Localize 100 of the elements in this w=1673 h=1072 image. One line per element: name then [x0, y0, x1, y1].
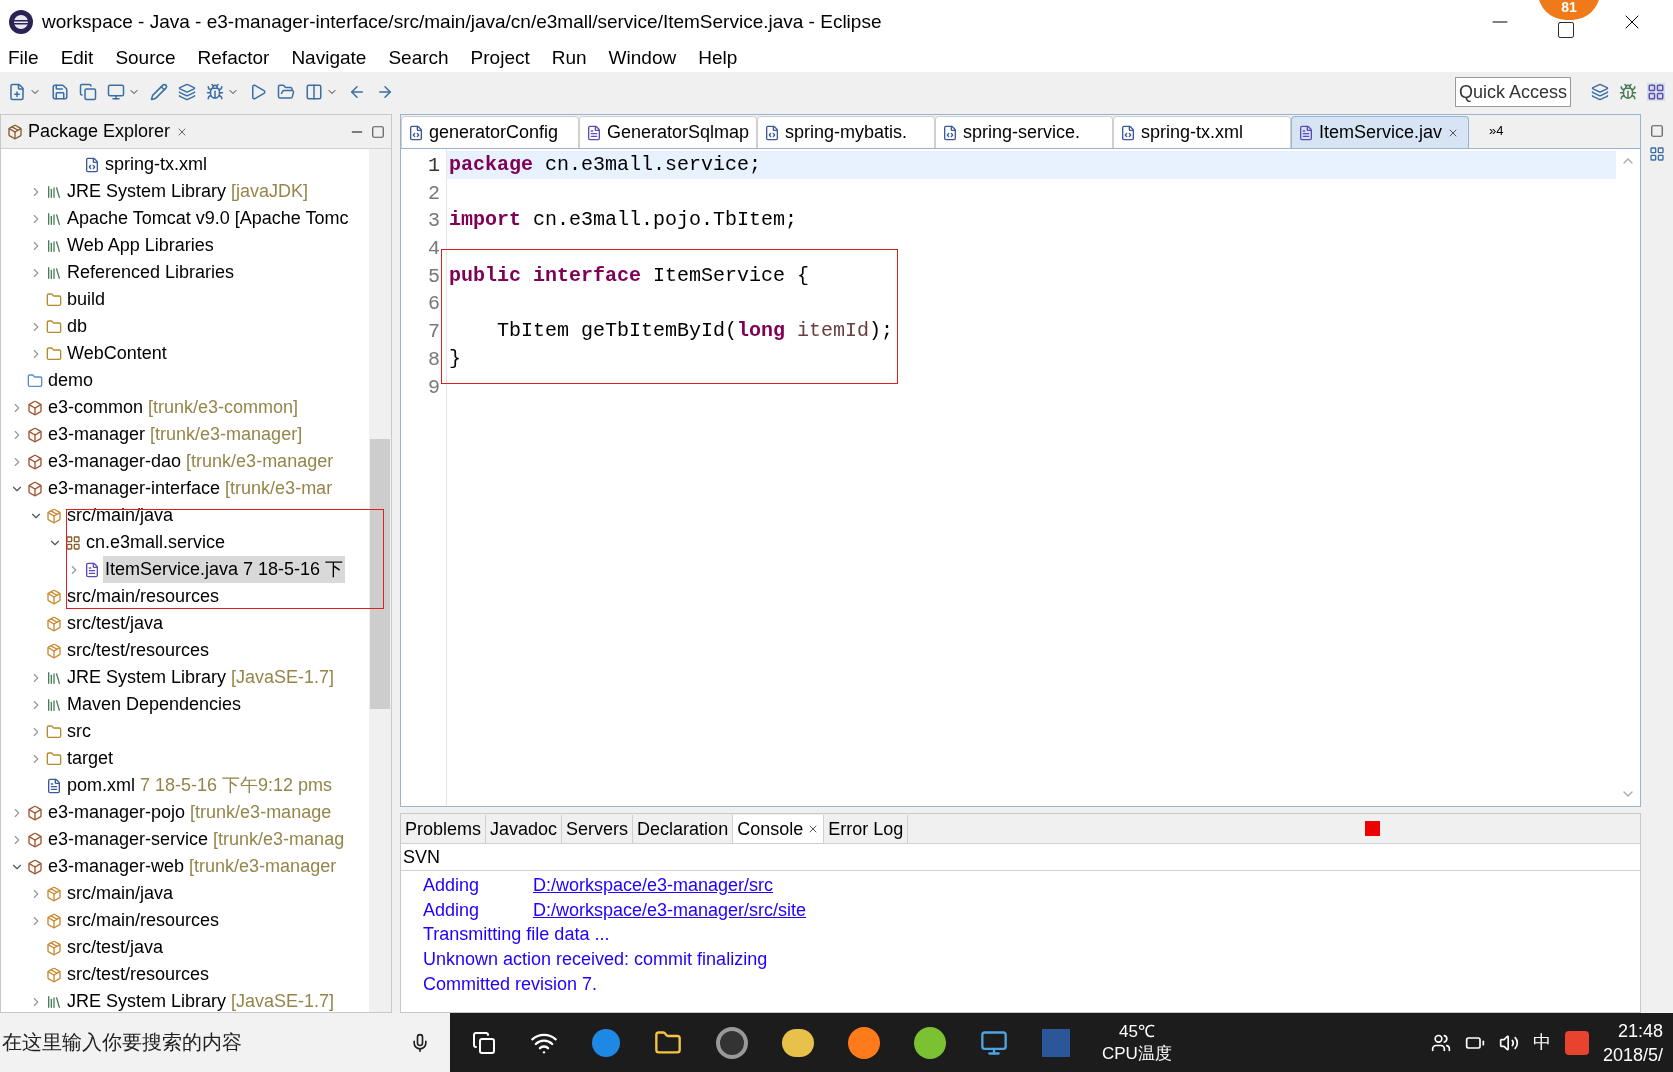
tree-item[interactable]: Web App Libraries: [65, 232, 216, 259]
tree-item[interactable]: src/test/java: [65, 610, 166, 637]
debug-icon[interactable]: [206, 83, 224, 101]
clock-time[interactable]: 21:48: [1617, 1018, 1663, 1043]
tab-overflow-indicator[interactable]: »4: [1489, 120, 1504, 140]
project-icon: [27, 372, 43, 389]
tree-item[interactable]: src/test/resources: [65, 637, 212, 664]
tree-item[interactable]: src: [65, 718, 93, 745]
tree-item[interactable]: spring-tx.xml: [103, 151, 209, 178]
browser-icon[interactable]: [848, 1026, 880, 1059]
tree-item[interactable]: e3-manager-pojo [trunk/e3-manage: [46, 799, 334, 826]
tree-item[interactable]: ItemService.java 7 18-5-16 下: [103, 556, 346, 583]
tree-item[interactable]: e3-manager-web [trunk/e3-manager: [46, 853, 339, 880]
library-icon: [46, 696, 62, 713]
tree-item[interactable]: src/main/resources: [65, 583, 222, 610]
tree-item[interactable]: e3-manager-service [trunk/e3-manag: [46, 826, 347, 853]
editor-tab[interactable]: ItemService.jav: [1291, 116, 1469, 148]
temperature-reading: 45℃: [1119, 1020, 1155, 1043]
tree-item[interactable]: e3-common [trunk/e3-common]: [46, 394, 301, 421]
project-icon: [27, 453, 43, 470]
panel-tab[interactable]: Problems: [401, 815, 487, 843]
tree-item[interactable]: pom.xml 7 18-5-16 下午9:12 pms: [65, 772, 335, 799]
menu-item[interactable]: Run: [547, 43, 591, 73]
forward-arrow-icon[interactable]: [376, 83, 394, 101]
restore-icon[interactable]: [1650, 124, 1664, 138]
columns-icon[interactable]: [305, 83, 323, 101]
menu-item[interactable]: Navigate: [287, 43, 371, 73]
file-link[interactable]: D:/workspace/e3-manager/src/site: [533, 896, 807, 924]
tree-item[interactable]: e3-manager [trunk/e3-manager]: [46, 421, 305, 448]
java-perspective-icon[interactable]: [1647, 83, 1665, 101]
menu-item[interactable]: Refactor: [193, 43, 274, 73]
editor-tab[interactable]: spring-service.: [935, 116, 1113, 148]
xml-file-icon: [84, 156, 100, 173]
folder-icon: [46, 750, 62, 767]
task-view-icon[interactable]: [472, 1030, 496, 1055]
file-explorer-icon[interactable]: [654, 1028, 682, 1057]
editor-tab[interactable]: GeneratorSqlmap: [579, 116, 757, 148]
save-icon[interactable]: [51, 83, 69, 101]
panel-tab[interactable]: Console: [733, 815, 825, 843]
maximize-icon[interactable]: [1556, 20, 1576, 40]
outline-icon[interactable]: [1649, 146, 1665, 162]
input-method-indicator[interactable]: 中: [1532, 1029, 1551, 1056]
menu-item[interactable]: Edit: [56, 43, 98, 73]
tree-item[interactable]: Maven Dependencies: [65, 691, 244, 718]
tree-item[interactable]: src/main/java: [65, 502, 176, 529]
menu-item[interactable]: Project: [466, 43, 534, 73]
browser-icon[interactable]: [592, 1028, 620, 1057]
tree-item[interactable]: target: [65, 745, 116, 772]
new-file-icon[interactable]: [8, 83, 26, 101]
tree-item[interactable]: Apache Tomcat v9.0 [Apache Tomc: [65, 205, 351, 232]
debug-perspective-icon[interactable]: [1619, 83, 1637, 101]
tree-item[interactable]: src/main/resources: [65, 907, 222, 934]
scrollbar[interactable]: [369, 149, 391, 1012]
microphone-icon[interactable]: [410, 1032, 430, 1053]
package-explorer-icon: [7, 123, 23, 140]
tree-item[interactable]: JRE System Library [JavaSE-1.7]: [65, 988, 337, 1012]
tree-item[interactable]: build: [65, 286, 108, 313]
panel-tab[interactable]: Error Log: [824, 815, 909, 843]
panel-tab[interactable]: Javadoc: [486, 815, 563, 843]
console-text: Unknown action received: commit finalizing: [423, 947, 768, 971]
panel-tab[interactable]: Servers: [562, 815, 634, 843]
volume-icon[interactable]: [1498, 1032, 1519, 1053]
perspective-icon[interactable]: [1591, 83, 1609, 101]
window-title: workspace - Java - e3-manager-interface/src/main/java/cn/e3mall/service/ItemService.java - Eclipse: [42, 9, 882, 34]
run-icon[interactable]: [249, 83, 267, 101]
tree-item[interactable]: cn.e3mall.service: [84, 529, 228, 556]
layers-icon[interactable]: [178, 83, 196, 101]
menu-item[interactable]: Help: [694, 43, 742, 73]
library-icon: [46, 183, 62, 200]
tree-item[interactable]: e3-manager-interface [trunk/e3-mar: [46, 475, 335, 502]
tree-item[interactable]: src/main/java: [65, 880, 176, 907]
tree-item[interactable]: WebContent: [65, 340, 169, 367]
tree-item[interactable]: db: [65, 313, 90, 340]
project-icon: [27, 426, 43, 443]
people-icon[interactable]: [1430, 1032, 1451, 1053]
editor-tab[interactable]: spring-mybatis.: [757, 116, 935, 148]
project-icon: [27, 804, 43, 821]
pencil-icon[interactable]: [150, 83, 168, 101]
editor-tab[interactable]: generatorConfig: [401, 116, 579, 148]
monitor-icon[interactable]: [980, 1028, 1008, 1057]
tree-item[interactable]: demo: [46, 367, 96, 394]
monitor-icon[interactable]: [107, 83, 125, 101]
file-link[interactable]: D:/workspace/e3-manager/src: [533, 871, 774, 899]
tree-item[interactable]: JRE System Library [javaJDK]: [65, 178, 311, 205]
line-number: 6: [427, 291, 441, 318]
menu-item[interactable]: Window: [604, 43, 681, 73]
menu-item[interactable]: Source: [111, 43, 180, 73]
tree-item[interactable]: src/test/resources: [65, 961, 212, 988]
open-folder-icon[interactable]: [277, 83, 295, 101]
menu-item[interactable]: File: [4, 43, 43, 73]
tree-item[interactable]: src/test/java: [65, 934, 166, 961]
editor-tab[interactable]: spring-tx.xml: [1113, 116, 1291, 148]
clock-date[interactable]: 2018/5/: [1602, 1042, 1663, 1067]
menu-item[interactable]: Search: [384, 43, 453, 73]
ime-icon[interactable]: [1564, 1030, 1589, 1055]
tree-item[interactable]: JRE System Library [JavaSE-1.7]: [65, 664, 337, 691]
tree-item[interactable]: e3-manager-dao [trunk/e3-manager: [46, 448, 336, 475]
quick-access-field[interactable]: Quick Access: [1455, 77, 1571, 107]
save-all-icon[interactable]: [79, 83, 97, 101]
tree-item[interactable]: Referenced Libraries: [65, 259, 237, 286]
